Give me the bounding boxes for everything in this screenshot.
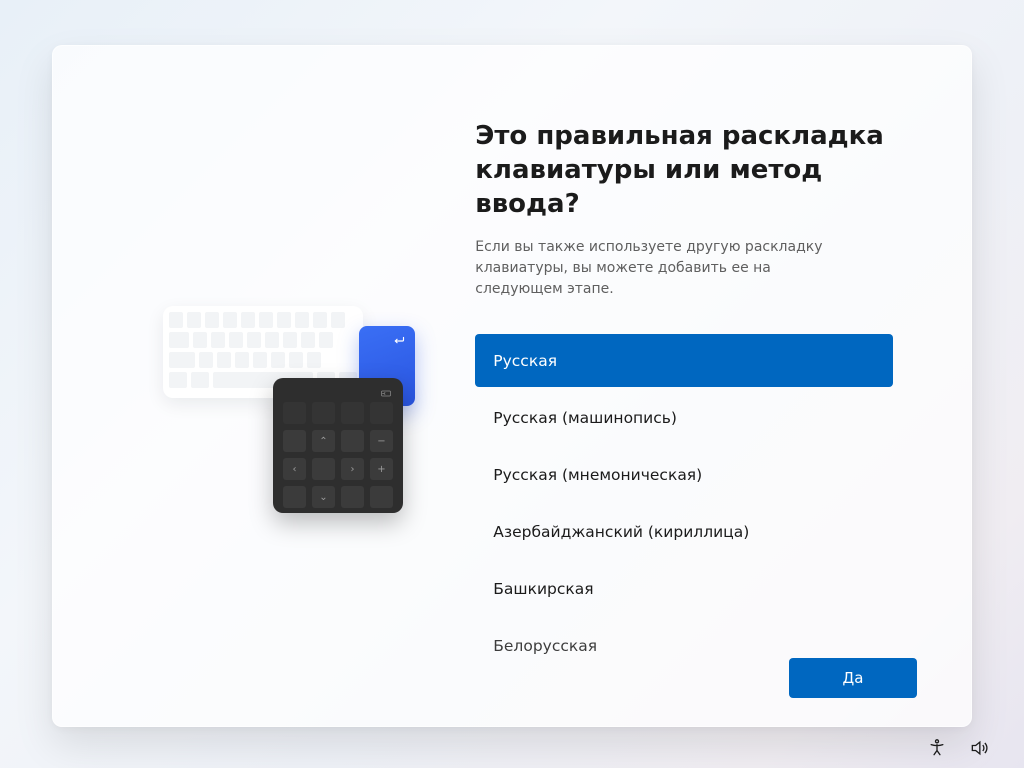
layout-label: Азербайджанский (кириллица): [493, 523, 749, 541]
layout-option[interactable]: Азербайджанский (кириллица): [475, 505, 893, 558]
illustration-pane: ⌃− ‹›+ ⌄: [53, 46, 475, 726]
system-tray: [927, 738, 989, 758]
layout-label: Башкирская: [493, 580, 593, 598]
layout-option[interactable]: Русская: [475, 334, 893, 387]
dialog-footer: Да: [789, 658, 917, 698]
accessibility-icon[interactable]: [927, 738, 947, 758]
numpad-dark-icon: ⌃− ‹›+ ⌄: [273, 378, 403, 513]
oobe-dialog: ⌃− ‹›+ ⌄ Это правильная раскладка клавиа…: [52, 45, 972, 727]
page-subtitle: Если вы также используете другую расклад…: [475, 237, 855, 300]
keyboard-illustration: ⌃− ‹›+ ⌄: [163, 306, 463, 536]
yes-button[interactable]: Да: [789, 658, 917, 698]
layout-option[interactable]: Башкирская: [475, 562, 893, 615]
keyboard-layout-list: Русская Русская (машинопись) Русская (мн…: [475, 334, 893, 676]
volume-icon[interactable]: [969, 738, 989, 758]
layout-label: Русская (машинопись): [493, 409, 677, 427]
content-pane: Это правильная раскладка клавиатуры или …: [475, 46, 971, 726]
page-title: Это правильная раскладка клавиатуры или …: [475, 120, 923, 221]
layout-label: Белорусская: [493, 637, 597, 655]
layout-option[interactable]: Русская (мнемоническая): [475, 448, 893, 501]
layout-option[interactable]: Русская (машинопись): [475, 391, 893, 444]
layout-label: Русская (мнемоническая): [493, 466, 702, 484]
layout-label: Русская: [493, 352, 557, 370]
